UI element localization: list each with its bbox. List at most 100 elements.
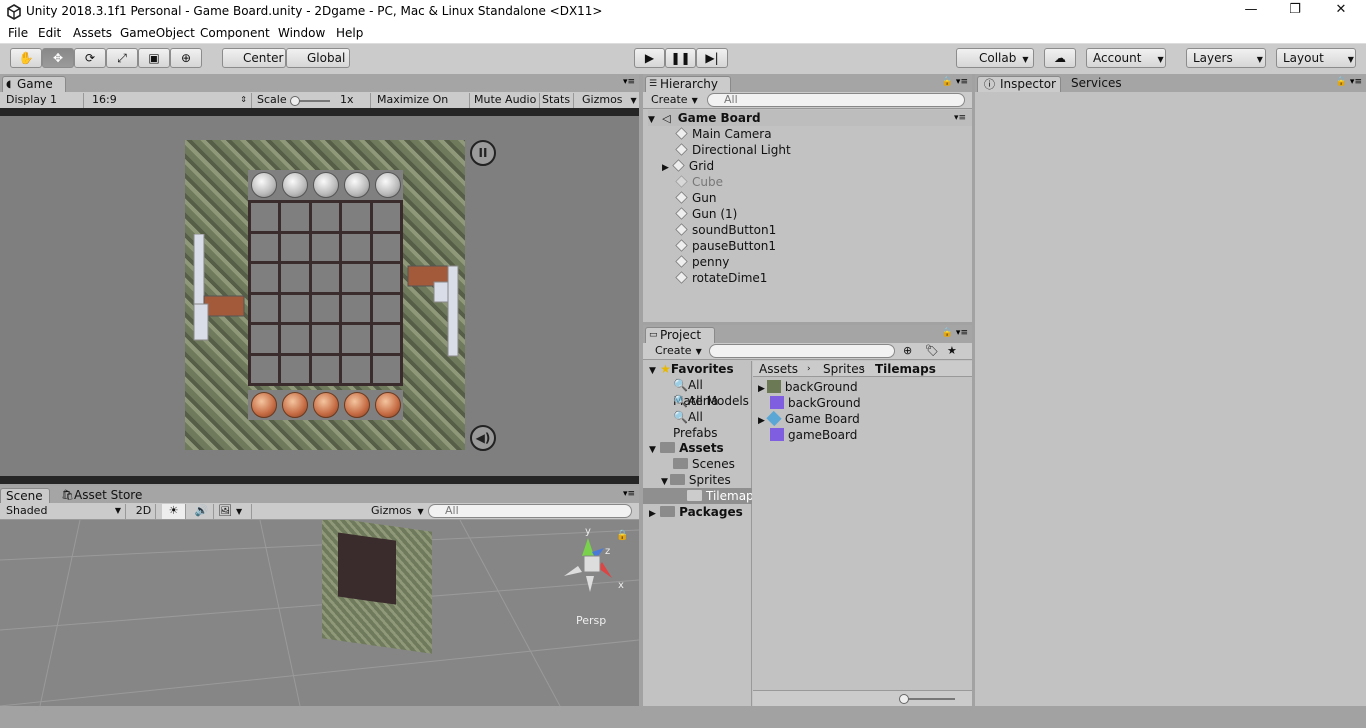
stats-toggle[interactable]: Stats (542, 93, 574, 108)
hierarchy-root-row[interactable]: ▼ ◁ Game Board ▾≡ (648, 110, 972, 126)
panel-menu-icon[interactable]: ▾≡ (623, 489, 635, 499)
audio-toggle[interactable]: 🔊 (190, 504, 214, 519)
panel-menu-icon[interactable]: ▾≡ (623, 77, 635, 87)
tab-hierarchy[interactable]: ☰ Hierarchy (645, 76, 731, 92)
gizmos-dropdown[interactable]: Gizmos ▼ (582, 93, 637, 108)
hierarchy-item[interactable]: Directional Light (675, 142, 791, 158)
menu-file[interactable]: File (8, 26, 28, 40)
persp-label[interactable]: Persp (564, 614, 606, 627)
scale-slider[interactable] (290, 93, 332, 108)
rect-tool-button[interactable]: ▣ (138, 48, 170, 68)
hierarchy-item[interactable]: ▶ Grid (662, 158, 714, 174)
menu-component[interactable]: Component (200, 26, 270, 40)
game-view[interactable]: II ◀) (0, 108, 639, 484)
pivot-center-toggle[interactable]: Center (222, 48, 286, 68)
step-button[interactable]: ▶| (696, 48, 728, 68)
hand-tool-button[interactable]: ✋ (10, 48, 42, 68)
pause-button[interactable]: ❚❚ (665, 48, 696, 68)
hierarchy-item[interactable]: Gun (675, 190, 717, 206)
aspect-dropdown[interactable]: 16:9 ⇕ (92, 93, 252, 108)
favorite-item[interactable]: 🔍All Prefabs (673, 409, 751, 440)
packages-row[interactable]: ▶ Packages (649, 504, 743, 520)
lock-icon[interactable]: 🔒 (616, 530, 628, 541)
tab-asset-store[interactable]: 🛍 Asset Store (58, 488, 148, 504)
mute-audio-toggle[interactable]: Mute Audio (474, 93, 540, 108)
folder-row[interactable]: Scenes (673, 456, 735, 472)
file-row[interactable]: ▶ backGround (758, 379, 858, 395)
minimize-button[interactable]: — (1228, 2, 1274, 22)
pause-game-button[interactable]: II (470, 140, 496, 166)
folder-row-selected[interactable]: Tilemaps (643, 488, 752, 504)
file-row[interactable]: gameBoard (770, 427, 857, 443)
layers-dropdown[interactable]: Layers ▼ (1186, 48, 1266, 68)
pivot-space-toggle[interactable]: Global (286, 48, 350, 68)
dime-coin[interactable] (374, 172, 401, 198)
panel-menu-icon[interactable]: 🔒 ▾≡ (942, 77, 968, 87)
scene-game-board[interactable] (322, 520, 432, 654)
shading-dropdown[interactable]: Shaded ▼ (6, 504, 126, 519)
penny-coin[interactable] (281, 392, 308, 418)
menu-window[interactable]: Window (278, 26, 325, 40)
hierarchy-item[interactable]: Gun (1) (675, 206, 737, 222)
filter-label-icon[interactable]: 🏷 (925, 344, 939, 359)
hierarchy-item[interactable]: rotateDime1 (675, 270, 767, 286)
scene-search-input[interactable]: All (428, 504, 632, 518)
project-zoom-slider[interactable] (753, 690, 972, 706)
dime-coin[interactable] (281, 172, 308, 198)
file-row[interactable]: backGround (770, 395, 861, 411)
sound-game-button[interactable]: ◀) (470, 425, 496, 451)
favorites-row[interactable]: ▼ ★Favorites (649, 361, 734, 377)
favorite-star-icon[interactable]: ★ (947, 344, 957, 359)
rotate-tool-button[interactable]: ⟳ (74, 48, 106, 68)
favorite-item[interactable]: 🔍All Materia (673, 377, 751, 408)
restore-button[interactable]: ❐ (1272, 2, 1318, 22)
panel-menu-icon[interactable]: 🔒 ▾≡ (1336, 77, 1362, 87)
tab-project[interactable]: ▭ Project (645, 327, 715, 343)
hierarchy-create-dropdown[interactable]: Create ▼ (651, 93, 698, 108)
breadcrumb-item[interactable]: Sprites (823, 361, 865, 377)
project-create-dropdown[interactable]: Create ▼ (655, 344, 702, 359)
file-row[interactable]: ▶ Game Board (758, 410, 860, 427)
menu-assets[interactable]: Assets (73, 26, 112, 40)
maximize-on-play-toggle[interactable]: Maximize On Play (370, 93, 470, 120)
project-search-input[interactable] (709, 344, 895, 358)
folder-row[interactable]: ▼ Sprites (661, 472, 731, 488)
play-button[interactable]: ▶ (634, 48, 665, 68)
penny-coin[interactable] (312, 392, 339, 418)
display-dropdown[interactable]: Display 1 (6, 93, 84, 108)
panel-menu-icon[interactable]: 🔒 ▾≡ (942, 328, 968, 338)
penny-coin[interactable] (343, 392, 370, 418)
cloud-button[interactable]: ☁ (1044, 48, 1076, 68)
lighting-toggle[interactable]: ☀ (162, 504, 186, 519)
hierarchy-search-input[interactable]: All (707, 93, 965, 107)
filter-type-icon[interactable]: ⊕ (903, 344, 912, 359)
penny-coin[interactable] (374, 392, 401, 418)
hierarchy-item[interactable]: soundButton1 (675, 222, 776, 238)
breadcrumb-item[interactable]: Tilemaps (875, 361, 936, 377)
scene-view[interactable]: Persp y z x 🔒 (0, 520, 639, 706)
dime-coin[interactable] (343, 172, 370, 198)
dime-coin[interactable] (312, 172, 339, 198)
menu-edit[interactable]: Edit (38, 26, 61, 40)
scene-gizmos-dropdown[interactable]: Gizmos ▼ (371, 504, 424, 519)
2d-toggle[interactable]: 2D (132, 504, 156, 519)
favorite-item[interactable]: 🔍All Models (673, 393, 749, 409)
close-button[interactable]: ✕ (1318, 2, 1364, 22)
collab-dropdown[interactable]: Collab ▼ (956, 48, 1034, 68)
assets-row[interactable]: ▼ Assets (649, 440, 724, 456)
effects-dropdown[interactable]: 🖼 ▼ (218, 504, 252, 519)
scale-tool-button[interactable]: ⤢ (106, 48, 138, 68)
layout-dropdown[interactable]: Layout ▼ (1276, 48, 1356, 68)
penny-coin[interactable] (250, 392, 277, 418)
tab-scene[interactable]: Scene (0, 488, 50, 504)
tab-inspector[interactable]: ⓘ Inspector (977, 76, 1061, 92)
row-menu-icon[interactable]: ▾≡ (954, 110, 966, 126)
transform-tool-button[interactable]: ⊕ (170, 48, 202, 68)
breadcrumb-item[interactable]: Assets (759, 361, 798, 377)
hierarchy-item[interactable]: pauseButton1 (675, 238, 776, 254)
dime-coin[interactable] (250, 172, 277, 198)
account-dropdown[interactable]: Account ▼ (1086, 48, 1166, 68)
hierarchy-item[interactable]: Cube (675, 174, 723, 190)
hierarchy-item[interactable]: Main Camera (675, 126, 772, 142)
menu-help[interactable]: Help (336, 26, 363, 40)
